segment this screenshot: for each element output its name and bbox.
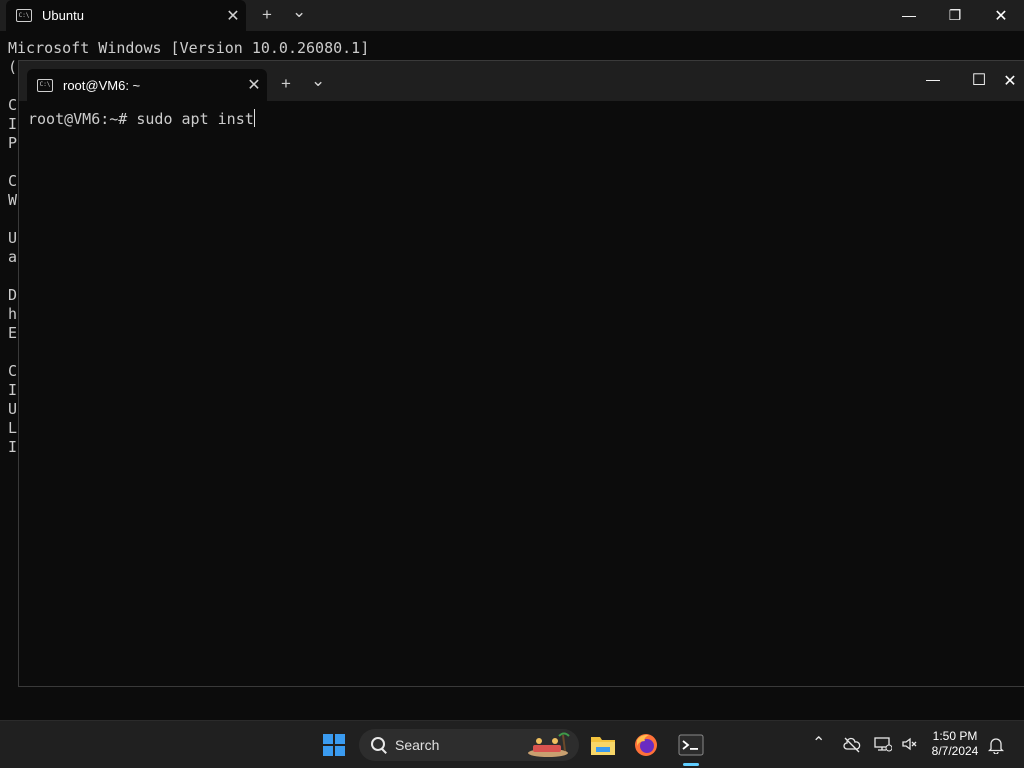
tab-root-vm6[interactable]: C:\ root@VM6: ~ ✕ — [27, 69, 267, 101]
file-explorer-button[interactable] — [587, 729, 619, 761]
start-button[interactable] — [318, 729, 350, 761]
typed-command: sudo apt inst — [136, 110, 254, 128]
terminal-button[interactable] — [675, 729, 707, 761]
back-tab-bar: C:\ Ubuntu ✕ + ⌄ — ❐ ✕ — [0, 0, 1024, 31]
tab-ubuntu-label: Ubuntu — [42, 8, 84, 23]
terminal-output-line: Microsoft Windows [Version 10.0.26080.1] — [8, 39, 370, 57]
terminal-command-line[interactable]: root@VM6:~# sudo apt inst — [28, 109, 255, 128]
terminal-active-indicator — [683, 763, 699, 766]
firefox-icon — [635, 734, 657, 756]
file-explorer-icon — [591, 737, 615, 755]
minimize-button[interactable]: — — [886, 7, 932, 23]
notification-bell-icon[interactable] — [988, 736, 1004, 754]
tab-ubuntu-close-icon[interactable]: ✕ — [220, 6, 246, 26]
tab-ubuntu[interactable]: C:\ Ubuntu ✕ — [6, 0, 246, 31]
window-close-button[interactable]: ✕ — [999, 71, 1021, 91]
volume-muted-icon[interactable] — [901, 736, 919, 752]
maximize-button[interactable]: ☐ — [956, 70, 1002, 90]
tab-dropdown-chevron-icon[interactable]: ⌄ — [292, 2, 306, 22]
shell-prompt: root@VM6:~# — [28, 110, 137, 128]
new-tab-plus-icon[interactable]: + — [262, 5, 272, 25]
cloud-offline-icon[interactable] — [843, 737, 861, 753]
search-placeholder: Search — [395, 737, 440, 753]
tab-root-vm6-close-icon[interactable]: ✕ — [241, 75, 267, 95]
show-hidden-icons-chevron-icon[interactable]: ⌃ — [812, 733, 825, 753]
search-highlight-icon — [528, 732, 570, 757]
taskbar-search-box[interactable]: Search — [359, 729, 579, 761]
search-icon — [371, 737, 387, 754]
cmd-tab-icon: C:\ — [37, 78, 53, 92]
windows-start-icon — [323, 734, 345, 756]
cmd-tab-icon: C:\ — [16, 9, 32, 22]
taskbar-clock[interactable]: 1:50 PM 8/7/2024 — [920, 729, 990, 759]
restore-button[interactable]: ❐ — [932, 7, 978, 24]
window-close-button[interactable]: ✕ — [978, 6, 1024, 26]
terminal-icon — [678, 734, 704, 756]
tab-root-vm6-label: root@VM6: ~ — [63, 77, 141, 93]
front-tab-bar: C:\ root@VM6: ~ ✕ + ⌄ — ☐ ✕ — [19, 61, 1024, 101]
minimize-button[interactable]: — — [910, 71, 956, 87]
text-cursor — [253, 109, 255, 127]
new-tab-plus-icon[interactable]: + — [281, 74, 291, 94]
firefox-button[interactable] — [630, 729, 662, 761]
clock-date: 8/7/2024 — [931, 744, 979, 758]
network-icon[interactable] — [874, 736, 892, 752]
taskbar: Search ⌃ — [0, 720, 1024, 768]
tab-dropdown-chevron-icon[interactable]: ⌄ — [311, 71, 325, 91]
clock-time: 1:50 PM — [932, 729, 978, 743]
front-terminal-window: C:\ root@VM6: ~ ✕ + ⌄ — ☐ ✕ root@VM6:~# … — [18, 60, 1024, 687]
